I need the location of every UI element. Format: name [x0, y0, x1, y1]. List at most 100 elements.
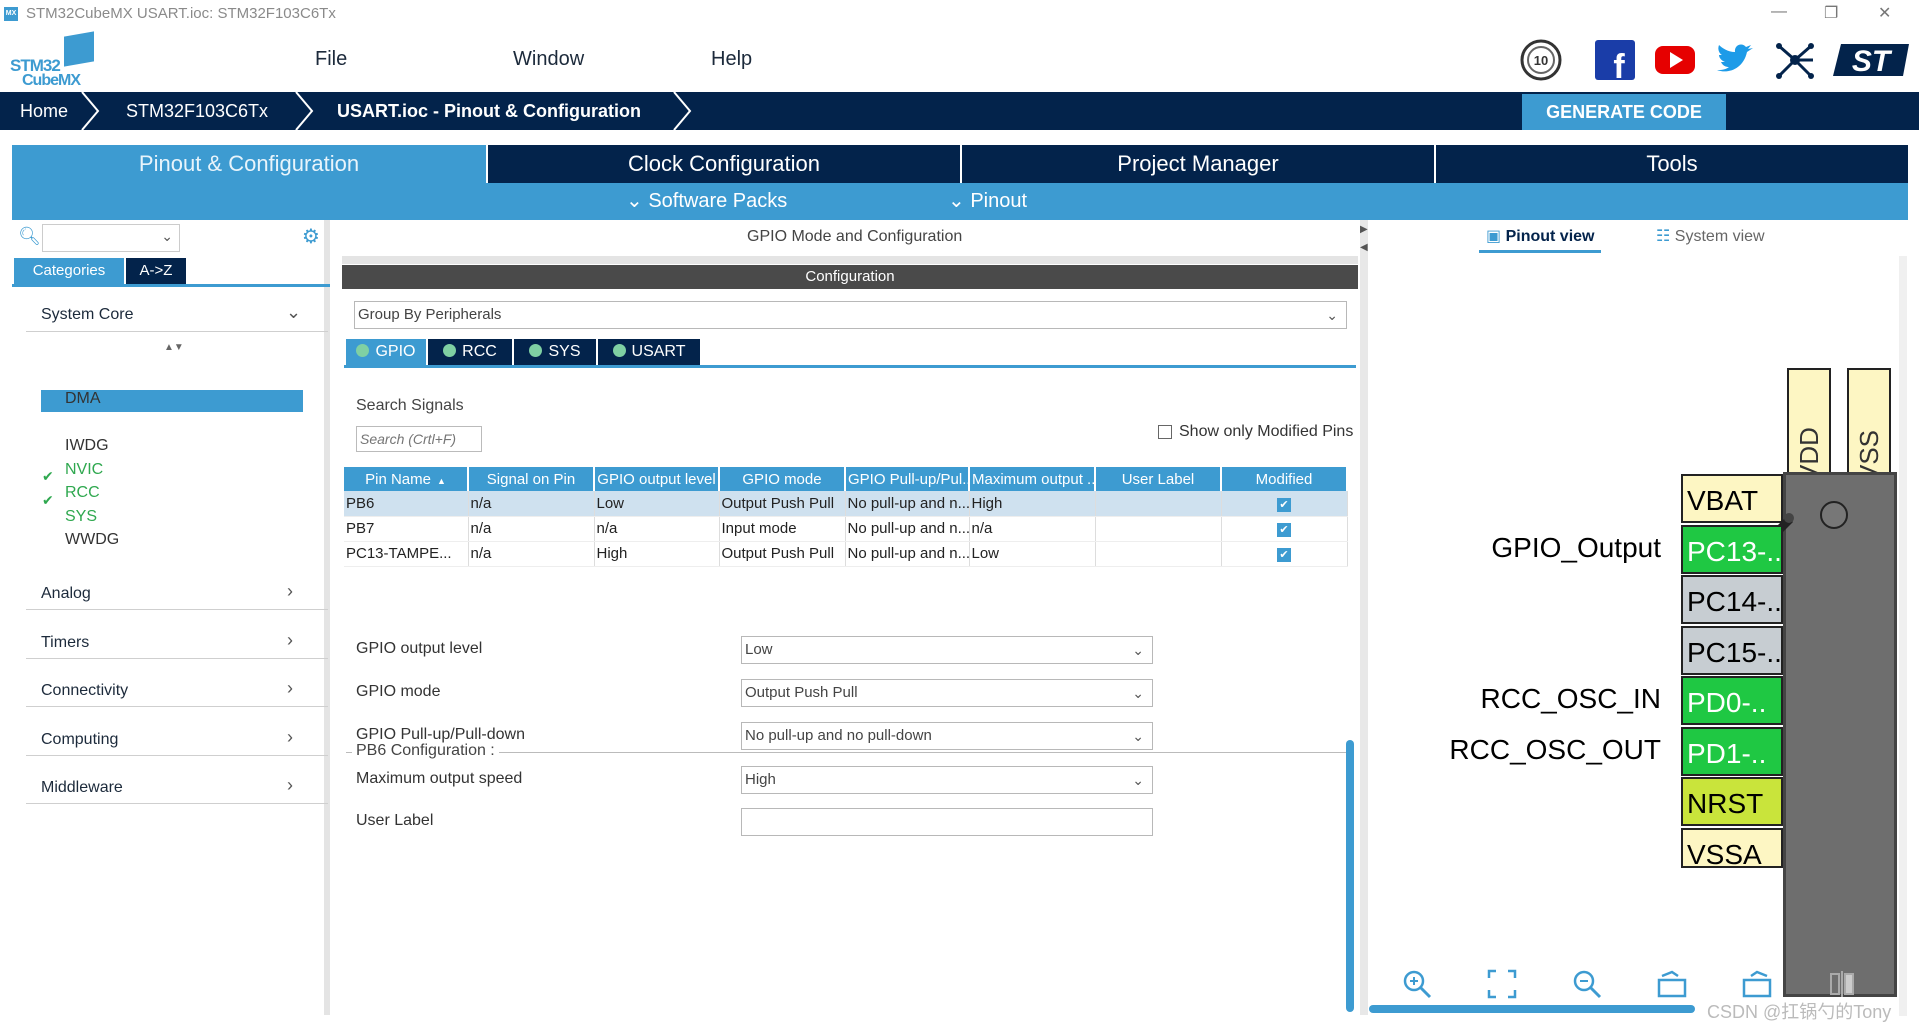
- network-icon[interactable]: [1773, 38, 1817, 82]
- zoom-out-icon[interactable]: [1571, 968, 1603, 1000]
- rotate-left-icon[interactable]: [1656, 968, 1688, 1000]
- flip-icon[interactable]: [1826, 968, 1858, 1000]
- category-item-wwdg[interactable]: WWDG: [65, 531, 119, 549]
- category-analog[interactable]: Analog: [41, 585, 91, 603]
- pin-nrst[interactable]: NRST: [1681, 777, 1783, 826]
- right-scrollbar[interactable]: [1899, 256, 1907, 1016]
- category-item-sys[interactable]: SYS: [65, 508, 97, 526]
- tab-sys[interactable]: SYS: [514, 339, 596, 365]
- gear-icon[interactable]: ⚙: [302, 224, 320, 249]
- pinout-panel: ▣ Pinout view ☷ System view VDD VSS VBAT…: [1369, 220, 1907, 1022]
- restore-button[interactable]: ❐: [1824, 3, 1838, 23]
- column-header[interactable]: GPIO Pull-up/Pul...: [845, 467, 970, 491]
- modified-checkbox[interactable]: ✔: [1277, 523, 1291, 537]
- pin-vss[interactable]: VSS: [1847, 368, 1891, 488]
- column-header[interactable]: GPIO output level: [594, 467, 720, 491]
- menu-help[interactable]: Help: [711, 48, 752, 71]
- chevron-right-icon[interactable]: ›: [287, 727, 293, 748]
- category-middleware[interactable]: Middleware: [41, 779, 123, 797]
- category-connectivity[interactable]: Connectivity: [41, 682, 128, 700]
- pin-pc15[interactable]: PC15-..: [1681, 625, 1783, 675]
- panel-splitter[interactable]: ▶ ◀: [1360, 220, 1368, 1015]
- config-select[interactable]: Low ⌄: [741, 636, 1153, 664]
- facebook-icon[interactable]: f: [1593, 38, 1637, 86]
- category-search-combo[interactable]: ⌄: [42, 224, 180, 252]
- tab-tools[interactable]: Tools: [1436, 145, 1908, 183]
- menu-window[interactable]: Window: [513, 48, 584, 71]
- tab-a-z[interactable]: A->Z: [126, 258, 186, 284]
- anniversary-10-icon[interactable]: 10: [1519, 38, 1563, 82]
- column-header[interactable]: Maximum output ...: [969, 467, 1096, 491]
- chevron-down-icon[interactable]: ⌄: [286, 302, 301, 323]
- tab-project-manager[interactable]: Project Manager: [962, 145, 1434, 183]
- youtube-icon[interactable]: [1653, 38, 1697, 82]
- column-header[interactable]: Pin Name ▲: [344, 467, 469, 491]
- vertical-scrollbar[interactable]: [1346, 740, 1354, 1012]
- tab-rcc[interactable]: RCC: [428, 339, 512, 365]
- menu-file[interactable]: File: [315, 48, 347, 71]
- pin-pd0[interactable]: PD0-..: [1681, 676, 1783, 725]
- show-modified-checkbox[interactable]: [1158, 425, 1172, 439]
- system-view-tab[interactable]: ☷ System view: [1656, 226, 1765, 246]
- category-item-nvic[interactable]: NVIC: [65, 461, 103, 479]
- tab-pinout-configuration[interactable]: Pinout & Configuration: [12, 145, 486, 183]
- config-select[interactable]: No pull-up and no pull-down ⌄: [741, 722, 1153, 750]
- pin-pd1[interactable]: PD1-..: [1681, 726, 1783, 776]
- software-packs-menu[interactable]: ⌄ Software Packs: [626, 188, 787, 213]
- chevron-right-icon[interactable]: ›: [287, 678, 293, 699]
- pin-pc14[interactable]: PC14-..: [1681, 575, 1783, 624]
- tab-usart[interactable]: USART: [598, 339, 700, 365]
- category-timers[interactable]: Timers: [41, 634, 89, 652]
- config-select[interactable]: High ⌄: [741, 766, 1153, 794]
- chevron-right-icon[interactable]: ›: [287, 775, 293, 796]
- rotate-right-icon[interactable]: [1741, 968, 1773, 1000]
- chevron-right-icon[interactable]: ›: [287, 581, 293, 602]
- horizontal-scrollbar[interactable]: [1369, 1005, 1695, 1013]
- category-system-core[interactable]: System Core: [41, 306, 133, 324]
- column-header[interactable]: Signal on Pin: [468, 467, 595, 491]
- user-label-input[interactable]: [741, 808, 1153, 836]
- chevron-left-icon: ◀: [1360, 242, 1368, 253]
- category-item-iwdg[interactable]: IWDG: [65, 437, 109, 455]
- column-header[interactable]: Modified: [1221, 467, 1348, 491]
- generate-code-button[interactable]: GENERATE CODE: [1522, 94, 1726, 130]
- pin-vbat[interactable]: VBAT: [1681, 474, 1783, 523]
- pinout-view-tab[interactable]: ▣ Pinout view: [1486, 226, 1594, 246]
- tab-categories[interactable]: Categories: [14, 258, 124, 284]
- breadcrumb-home[interactable]: Home: [20, 101, 68, 122]
- breadcrumb-current[interactable]: USART.ioc - Pinout & Configuration: [337, 101, 641, 122]
- column-header[interactable]: GPIO mode: [719, 467, 846, 491]
- pinout-menu[interactable]: ⌄ Pinout: [948, 188, 1027, 213]
- close-button[interactable]: ✕: [1878, 3, 1891, 23]
- tab-gpio[interactable]: GPIO: [346, 339, 426, 365]
- table-cell: Low: [969, 541, 1096, 567]
- pin-vdd[interactable]: VDD: [1787, 368, 1831, 488]
- table-cell[interactable]: ✔: [1221, 516, 1348, 542]
- table-cell[interactable]: ✔: [1221, 491, 1348, 517]
- fit-to-screen-icon[interactable]: [1486, 968, 1518, 1000]
- twitter-icon[interactable]: [1713, 38, 1757, 82]
- zoom-in-icon[interactable]: [1401, 968, 1433, 1000]
- table-row[interactable]: PC13-TAMPE... n/a High Output Push Pull No p…: [344, 541, 1348, 567]
- table-row[interactable]: PB7 n/a n/a Input mode No pull-up and n... n/…: [344, 516, 1348, 542]
- st-logo-icon[interactable]: ST: [1833, 38, 1909, 82]
- chevron-right-icon[interactable]: ›: [287, 630, 293, 651]
- config-select[interactable]: Output Push Pull ⌄: [741, 679, 1153, 707]
- breadcrumb-device[interactable]: STM32F103C6Tx: [126, 101, 268, 122]
- group-by-select[interactable]: Group By Peripherals ⌄: [354, 301, 1347, 329]
- category-item-gpio[interactable]: GPIO: [65, 414, 105, 432]
- pin-pc13[interactable]: PC13-..: [1681, 524, 1783, 574]
- search-signals-input[interactable]: [356, 426, 482, 452]
- minimize-button[interactable]: —: [1771, 3, 1787, 21]
- modified-checkbox[interactable]: ✔: [1277, 548, 1291, 562]
- tab-clock-configuration[interactable]: Clock Configuration: [488, 145, 960, 183]
- sort-icon[interactable]: ▲▼: [164, 343, 184, 353]
- table-row[interactable]: PB6 n/a Low Output Push Pull No pull-up and …: [344, 491, 1348, 517]
- column-header[interactable]: User Label: [1095, 467, 1222, 491]
- category-item-rcc[interactable]: RCC: [65, 484, 100, 502]
- category-computing[interactable]: Computing: [41, 731, 118, 749]
- table-cell[interactable]: ✔: [1221, 541, 1348, 567]
- pin-vssa[interactable]: VSSA: [1681, 827, 1783, 868]
- modified-checkbox[interactable]: ✔: [1277, 497, 1291, 512]
- category-item-dma[interactable]: DMA: [65, 390, 101, 408]
